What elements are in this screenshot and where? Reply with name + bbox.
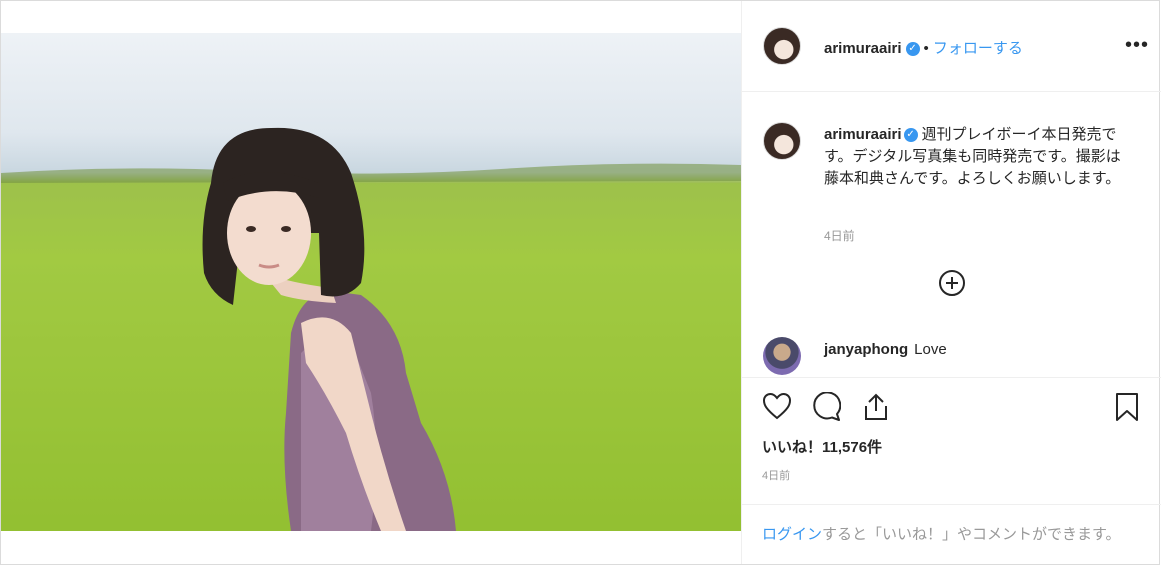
caption-timestamp[interactable]: 4日前 [824,227,855,244]
author-avatar[interactable] [763,27,801,65]
commenter-avatar[interactable] [763,337,801,375]
verified-badge-icon: ✓ [905,42,920,57]
likes-count[interactable]: いいね！11,576件 [762,436,882,457]
caption-author-avatar[interactable] [763,122,801,160]
follow-button[interactable]: フォローする [933,40,1023,57]
heart-icon[interactable] [762,392,792,420]
load-more-comments-icon[interactable] [939,270,965,296]
comment-username[interactable]: janyaphong [824,341,908,358]
comment-item: janyaphong Love [824,341,947,358]
more-options-icon[interactable]: ••• [1125,34,1149,57]
bookmark-icon[interactable] [1114,392,1140,422]
caption-username[interactable]: arimuraairi [824,126,902,143]
post-actions: いいね！11,576件 4日前 ログインすると「いいね！」やコメントができます。 [742,377,1161,565]
login-prompt-rest: すると「いいね！」やコメントができます。 [822,526,1121,543]
photo-illustration [1,127,741,531]
login-prompt: ログインすると「いいね！」やコメントができます。 [742,504,1161,566]
post-header: arimuraairi ✓ • フォローする ••• [742,1,1161,92]
login-prompt-text: ログインすると「いいね！」やコメントができます。 [762,523,1121,544]
author-line: arimuraairi ✓ • フォローする [824,37,1023,58]
comment-text: Love [914,341,947,358]
post-side-panel: arimuraairi ✓ • フォローする ••• arimuraairi ✓ 週刊プレ… [741,1,1161,564]
post-timestamp[interactable]: 4日前 [762,467,790,483]
instagram-post: arimuraairi ✓ • フォローする ••• arimuraairi ✓ 週刊プレ… [0,0,1161,565]
separator-dot: • [923,40,929,57]
share-icon[interactable] [862,392,890,422]
login-link[interactable]: ログイン [762,526,822,543]
post-caption: arimuraairi ✓ 週刊プレイボーイ本日発売です。デジタル写真集も同時発売で… [824,124,1134,190]
comment-icon[interactable] [811,392,841,422]
verified-badge-icon: ✓ [903,128,918,143]
post-photo[interactable] [1,33,741,531]
author-username[interactable]: arimuraairi [824,40,902,57]
